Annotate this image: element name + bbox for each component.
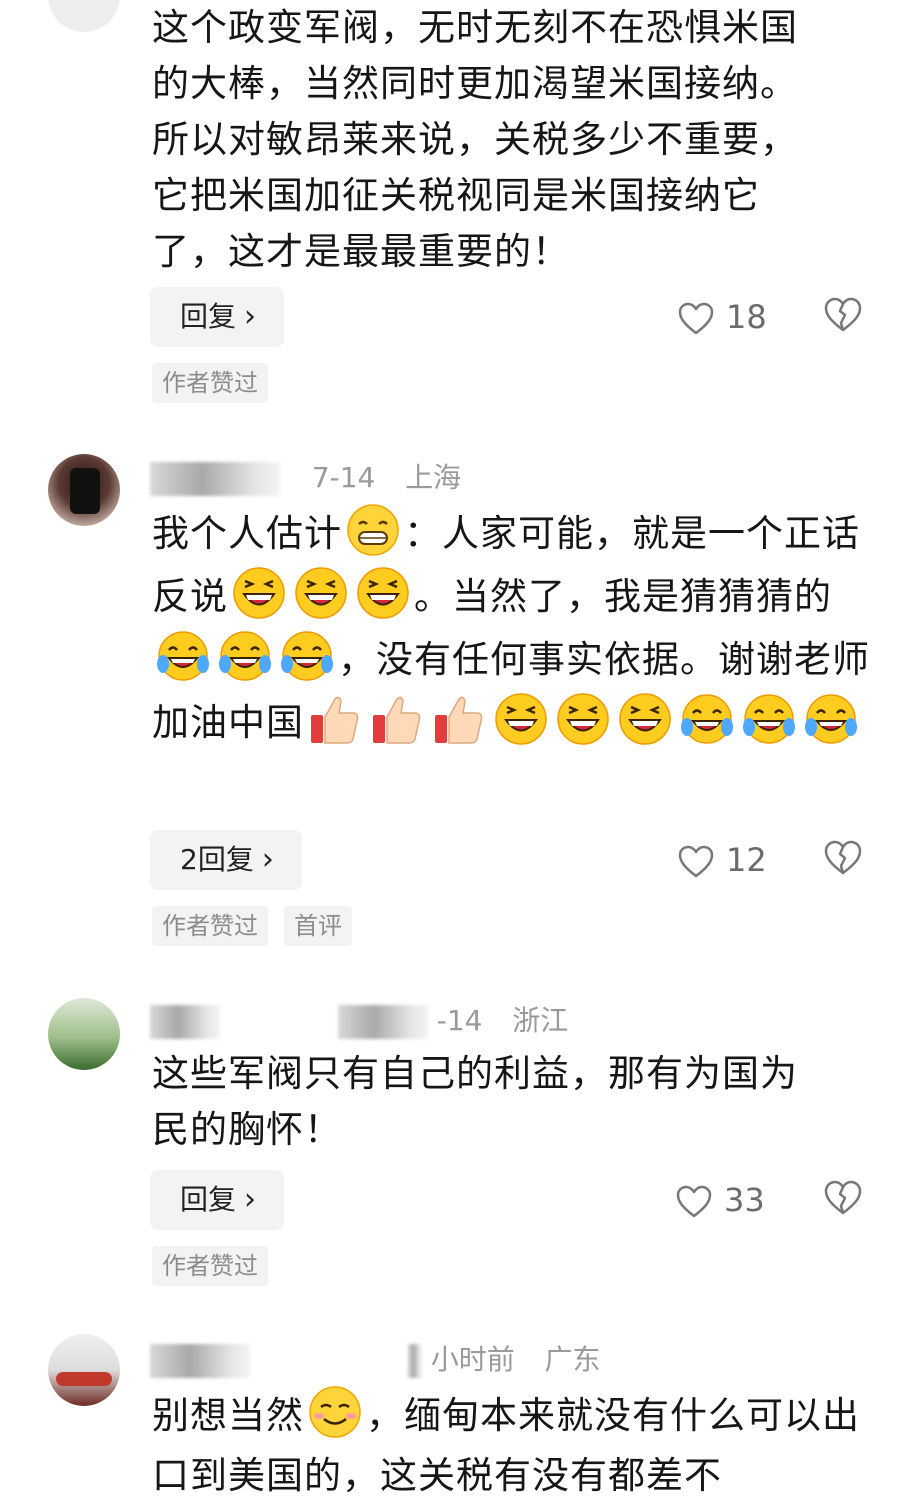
laughing-face-icon — [617, 691, 673, 747]
laughing-face-icon — [293, 565, 349, 621]
heart-outline-icon — [676, 1185, 712, 1218]
tears-of-joy-icon — [803, 691, 859, 747]
comment-meta: 小时前 广东 — [150, 1338, 601, 1378]
tears-of-joy-icon — [279, 628, 335, 684]
text-segment: 别想当然 — [152, 1394, 304, 1437]
broken-heart-icon — [824, 297, 862, 332]
like-count: 12 — [726, 841, 767, 879]
comment-meta: 7-14 上海 — [150, 456, 461, 496]
like-button[interactable]: 18 — [678, 287, 767, 347]
avatar[interactable] — [48, 0, 120, 32]
heart-outline-icon — [678, 302, 714, 335]
reply-label: 回复 — [180, 300, 237, 333]
username-redacted — [337, 1005, 428, 1039]
reply-label: 2回复 — [180, 843, 254, 876]
laughing-face-icon — [493, 691, 549, 747]
comment-date: -14 — [436, 1004, 483, 1037]
comment-text: 我个人估计 ：人家可能，就是一个正话反说 。当然了，我是猜猜猜的 ，没有任何事实依据。… — [152, 502, 872, 754]
comment-location: 上海 — [405, 461, 462, 494]
username-redacted — [150, 462, 280, 496]
broken-heart-icon — [824, 840, 862, 875]
comment-location: 浙江 — [512, 1004, 569, 1037]
chevron-right-icon: › — [261, 842, 274, 877]
text-line: 这个政变军阀，无时无刻不在恐惧米国 — [152, 6, 798, 49]
tears-of-joy-icon — [217, 628, 273, 684]
like-button[interactable]: 12 — [678, 830, 767, 890]
smirking-face-icon — [307, 1384, 363, 1440]
text-line: 它把米国加征关税视同是米国接纳它 — [152, 174, 760, 217]
tears-of-joy-icon — [679, 691, 735, 747]
like-count: 18 — [726, 298, 767, 336]
like-count: 33 — [724, 1181, 765, 1219]
dislike-button[interactable] — [824, 1170, 864, 1230]
comment-date: 小时前 — [430, 1343, 515, 1376]
chevron-right-icon: › — [244, 1182, 257, 1217]
username-redacted — [407, 1344, 422, 1378]
laughing-face-icon — [231, 565, 287, 621]
username-redacted — [150, 1005, 220, 1039]
thumbs-up-icon — [431, 691, 487, 747]
dislike-button[interactable] — [824, 830, 864, 890]
author-liked-tag: 作者赞过 — [152, 1246, 268, 1286]
username-redacted — [150, 1344, 250, 1378]
comment-text: 这个政变军阀，无时无刻不在恐惧米国 的大棒，当然同时更加渴望米国接纳。 所以对敏… — [152, 0, 872, 280]
text-line: 民的胸怀！ — [152, 1108, 342, 1151]
grinning-face-icon — [345, 502, 401, 558]
reply-button[interactable]: 回复 › — [150, 287, 285, 347]
broken-heart-icon — [824, 1180, 862, 1215]
text-line: 的大棒，当然同时更加渴望米国接纳。 — [152, 62, 798, 105]
text-line: 这些军阀只有自己的利益，那有为国为 — [152, 1052, 798, 1095]
first-comment-tag: 首评 — [284, 906, 352, 946]
laughing-face-icon — [555, 691, 611, 747]
text-segment: 。当然了，我是猜猜猜的 — [414, 575, 832, 618]
chevron-right-icon: › — [244, 299, 257, 334]
reply-label: 回复 — [180, 1183, 237, 1216]
tears-of-joy-icon — [155, 628, 211, 684]
text-segment: 我个人估计 — [152, 512, 342, 555]
avatar[interactable] — [48, 998, 120, 1070]
comment-meta: -14 浙江 — [150, 999, 568, 1039]
tears-of-joy-icon — [741, 691, 797, 747]
comment-text: 这些军阀只有自己的利益，那有为国为 民的胸怀！ — [152, 1046, 872, 1158]
comment-location: 广东 — [544, 1343, 601, 1376]
author-liked-tag: 作者赞过 — [152, 906, 268, 946]
dislike-button[interactable] — [824, 287, 864, 347]
avatar[interactable] — [48, 454, 120, 526]
reply-button[interactable]: 2回复 › — [150, 830, 302, 890]
laughing-face-icon — [355, 565, 411, 621]
avatar[interactable] — [48, 1334, 120, 1406]
text-line: 了，这才是最最重要的！ — [152, 230, 570, 273]
author-liked-tag: 作者赞过 — [152, 363, 268, 403]
reply-button[interactable]: 回复 › — [150, 1170, 285, 1230]
heart-outline-icon — [678, 845, 714, 878]
comment-date: 7-14 — [311, 461, 376, 494]
thumbs-up-icon — [369, 691, 425, 747]
text-line: 所以对敏昂莱来说，关税多少不重要， — [152, 118, 798, 161]
comment-text: 别想当然 ，缅甸本来就没有什么可以出口到美国的，这关税有没有都差不 — [152, 1384, 872, 1506]
like-button[interactable]: 33 — [676, 1170, 765, 1230]
thumbs-up-icon — [307, 691, 363, 747]
